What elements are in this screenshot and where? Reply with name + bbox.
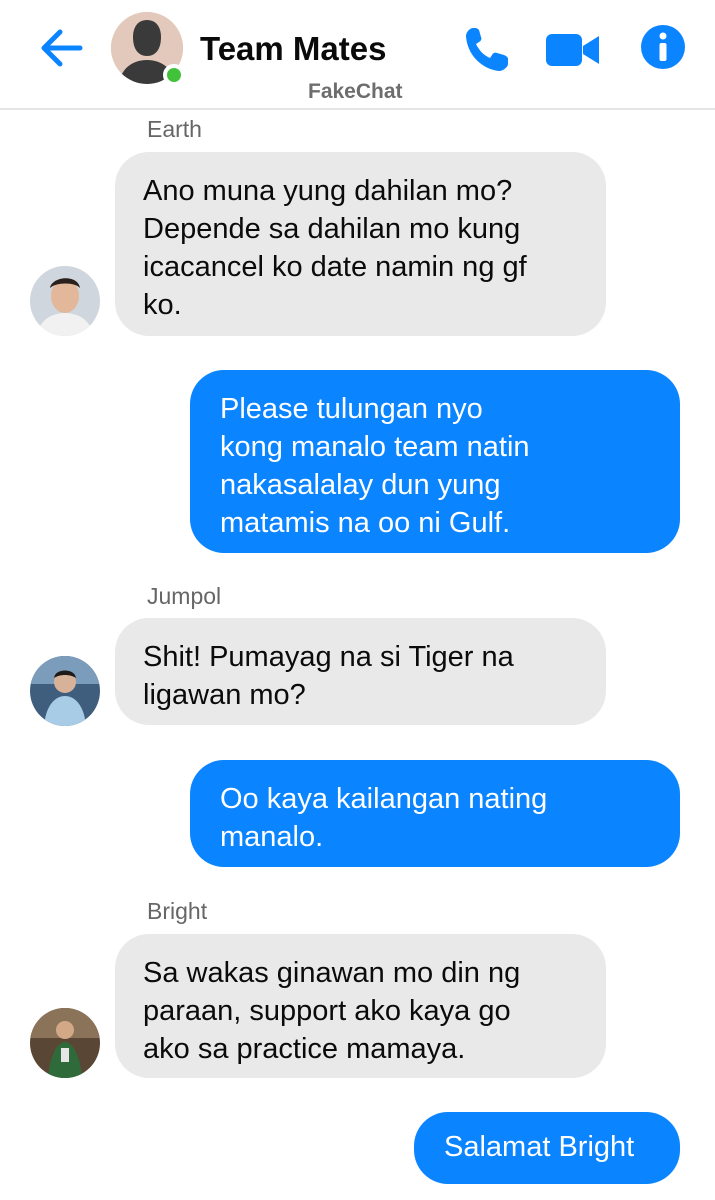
app-name-label: FakeChat — [308, 80, 403, 103]
chat-header: Team Mates FakeChat — [0, 0, 715, 110]
back-arrow-icon[interactable] — [38, 26, 86, 70]
conversation-title[interactable]: Team Mates — [200, 30, 386, 68]
message-line: ko. — [143, 289, 182, 321]
message-line: kong manalo team natin — [220, 431, 530, 463]
message-line: Shit! Pumayag na si Tiger na — [143, 641, 514, 673]
message-line: manalo. — [220, 821, 324, 853]
incoming-message-bubble[interactable]: Shit! Pumayag na si Tiger na ligawan mo? — [115, 618, 606, 725]
jumpol-avatar-image — [30, 656, 100, 726]
online-status-dot — [163, 64, 185, 86]
incoming-message-bubble[interactable]: Ano muna yung dahilan mo? Depende sa dah… — [115, 152, 606, 336]
bright-avatar-image — [30, 1008, 100, 1078]
message-line: Salamat Bright — [444, 1131, 635, 1163]
message-line: Oo kaya kailangan nating — [220, 783, 548, 815]
group-avatar[interactable] — [111, 12, 185, 86]
video-camera-icon[interactable] — [545, 30, 600, 70]
message-line: Sa wakas ginawan mo din ng — [143, 957, 521, 989]
avatar[interactable] — [30, 266, 100, 336]
message-line: ligawan mo? — [143, 679, 306, 711]
outgoing-message-bubble[interactable]: Salamat Bright — [414, 1112, 680, 1184]
info-icon[interactable] — [640, 24, 686, 70]
earth-avatar-image — [30, 266, 100, 336]
message-line: icacancel ko date namin ng gf — [143, 251, 527, 283]
phone-icon[interactable] — [463, 24, 511, 74]
outgoing-message-bubble[interactable]: Please tulungan nyo kong manalo team nat… — [190, 370, 680, 553]
message-line: Ano muna yung dahilan mo? — [143, 175, 513, 207]
message-line: ako sa practice mamaya. — [143, 1033, 466, 1065]
message-line: Please tulungan nyo — [220, 393, 483, 425]
sender-name: Bright — [147, 898, 208, 924]
sender-name: Earth — [147, 116, 202, 142]
sender-name: Jumpol — [147, 583, 222, 609]
avatar[interactable] — [30, 1008, 100, 1078]
outgoing-message-bubble[interactable]: Oo kaya kailangan nating manalo. — [190, 760, 680, 867]
message-line: matamis na oo ni Gulf. — [220, 507, 511, 539]
message-line: Depende sa dahilan mo kung — [143, 213, 521, 245]
message-line: paraan, support ako kaya go — [143, 995, 511, 1027]
incoming-message-bubble[interactable]: Sa wakas ginawan mo din ng paraan, suppo… — [115, 934, 606, 1078]
message-line: nakasalalay dun yung — [220, 469, 501, 501]
avatar[interactable] — [30, 656, 100, 726]
